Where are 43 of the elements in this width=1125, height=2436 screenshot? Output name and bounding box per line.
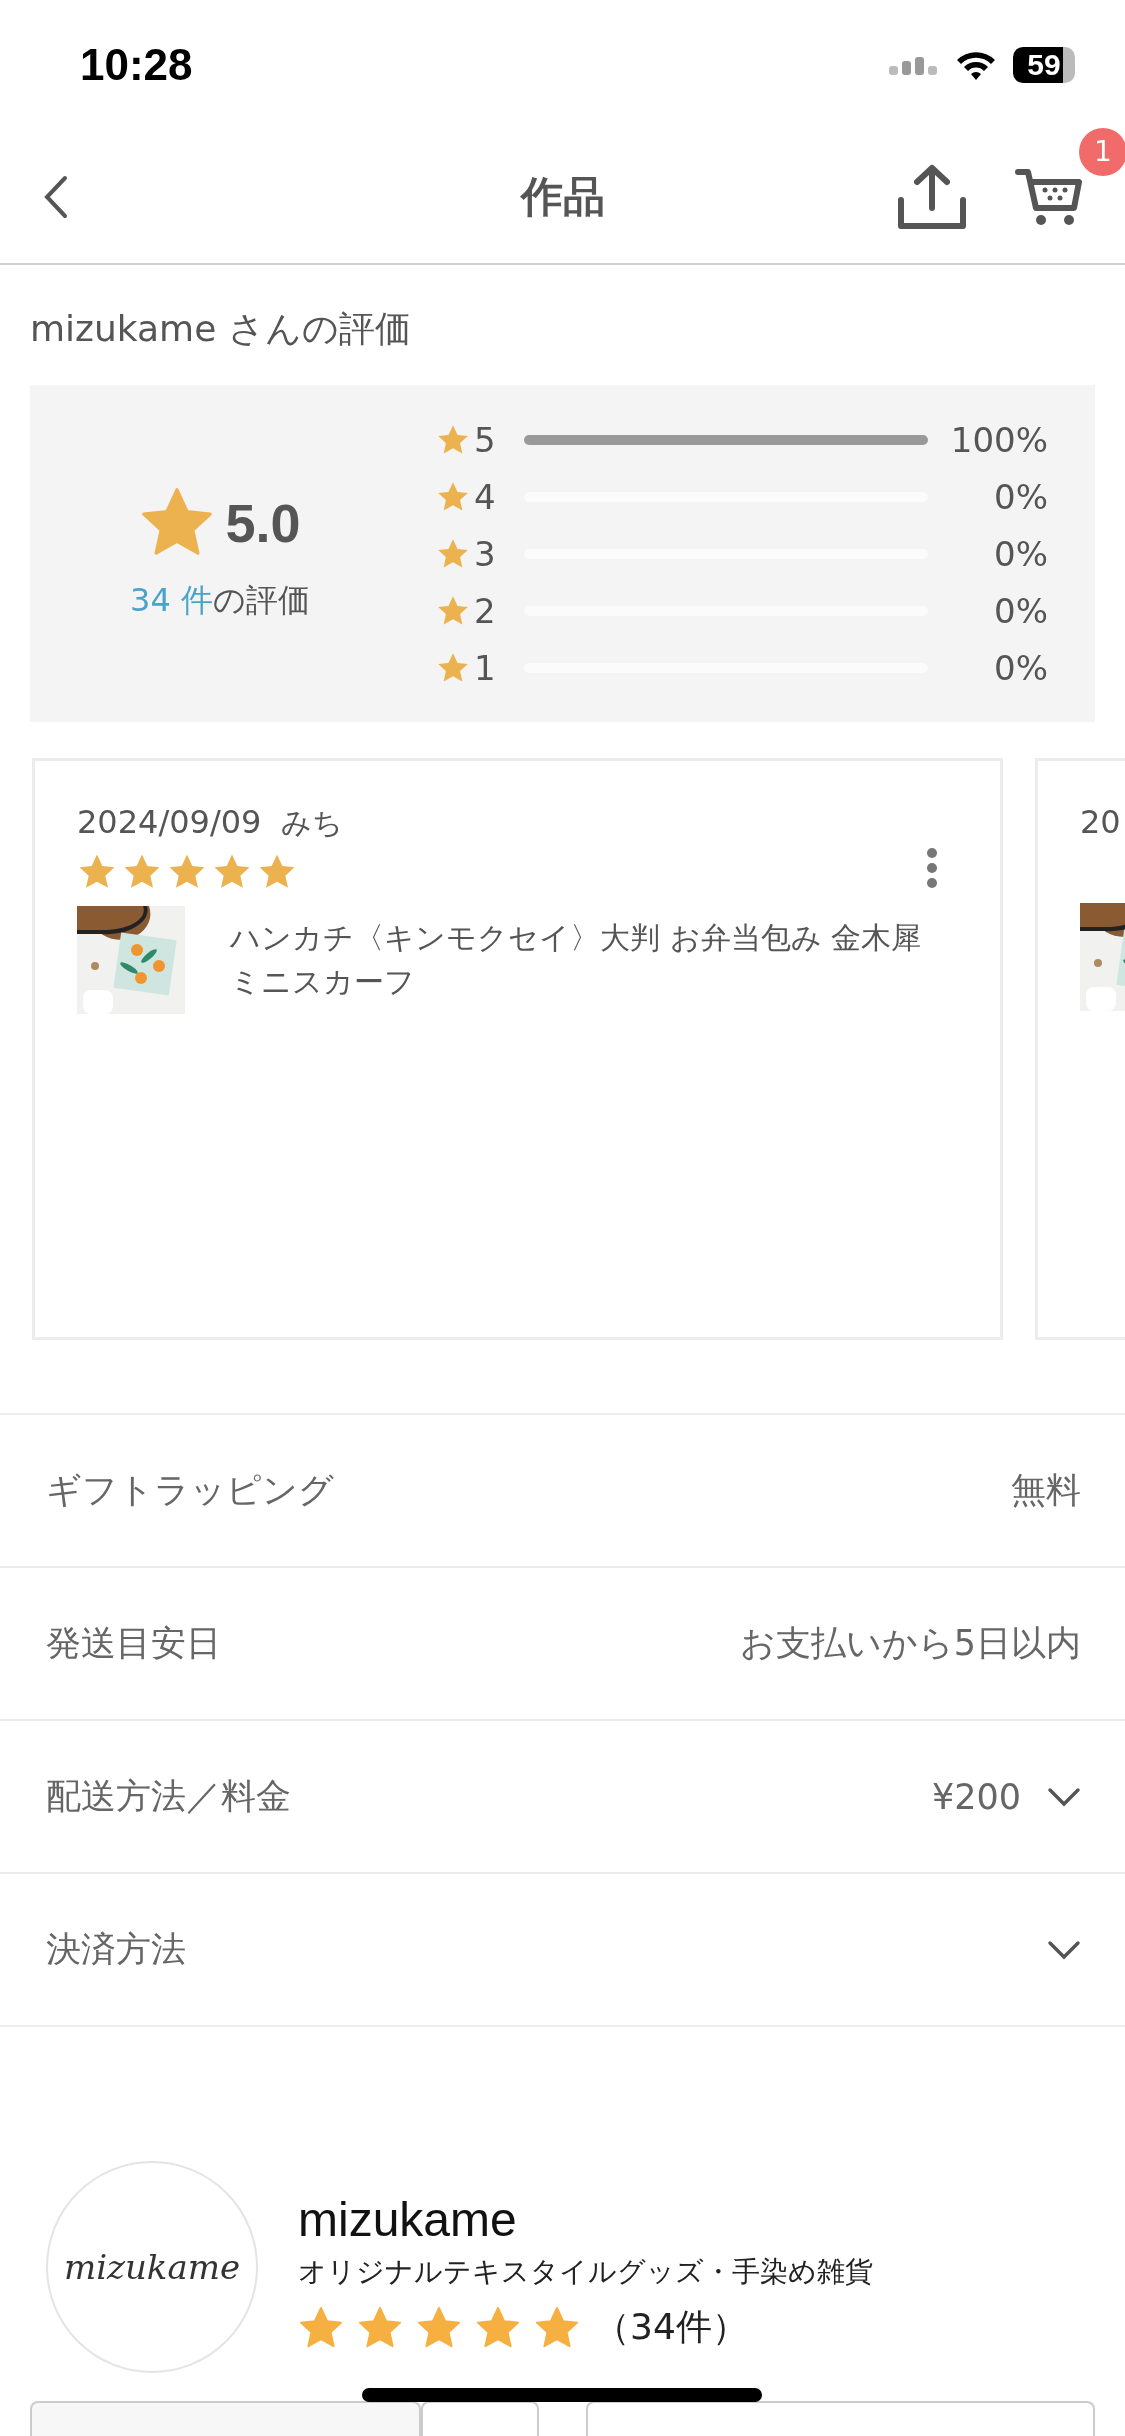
star-level-label: 2	[474, 590, 497, 631]
review-date: 20	[1080, 803, 1121, 841]
more-options-icon[interactable]	[926, 847, 938, 889]
chevron-down-icon	[1047, 1939, 1081, 1960]
detail-value: お支払いから5日以内	[739, 1622, 1081, 1665]
review-count-label: の評価	[212, 579, 310, 621]
back-icon[interactable]	[44, 174, 68, 219]
reviewer-name: みち	[281, 804, 344, 842]
rating-percent: 0%	[993, 533, 1048, 574]
shop-logo[interactable]: mizukame	[46, 2161, 258, 2373]
expandable-row[interactable]: 配送方法／料金 ¥200	[0, 1721, 1125, 1874]
rating-percent: 0%	[993, 590, 1048, 631]
cart-count-badge: 1	[1079, 127, 1125, 176]
review-card[interactable]: 2024/09/09 みち ハンカチ〈キンモクセイ〉大判 お弁当包み 金木犀ミニスカーフ	[32, 758, 1003, 1340]
ratings-heading: mizukame さんの評価	[29, 307, 412, 351]
average-rating: 5.0	[225, 491, 301, 554]
detail-label: ギフトラッピング	[46, 1469, 334, 1512]
wifi-icon	[955, 49, 997, 81]
shop-name[interactable]: mizukame	[298, 2192, 873, 2247]
share-icon[interactable]	[897, 163, 967, 230]
page-title: 作品	[520, 170, 605, 223]
rating-percent: 0%	[993, 476, 1048, 517]
shop-tagline: オリジナルテキスタイルグッズ・手染め雑貨	[298, 2254, 873, 2290]
battery-level: 59	[1027, 50, 1061, 80]
detail-label: 発送目安日	[46, 1622, 221, 1665]
rating-percent: 0%	[993, 647, 1048, 688]
detail-value: ¥200	[931, 1776, 1021, 1817]
status-time: 10:28	[80, 40, 193, 90]
detail-label: 配送方法／料金	[46, 1775, 291, 1818]
star-level-label: 3	[474, 533, 497, 574]
expandable-row[interactable]: 決済方法	[0, 1874, 1125, 2027]
rating-percent: 100%	[949, 419, 1048, 460]
review-date: 2024/09/09	[77, 803, 262, 841]
star-level-label: 4	[474, 476, 497, 517]
detail-value: 無料	[1011, 1469, 1081, 1512]
shop-review-count: （34件）	[594, 2305, 748, 2349]
detail-label: 決済方法	[46, 1928, 186, 1971]
star-level-label: 1	[474, 647, 497, 688]
star-level-label: 5	[474, 419, 497, 460]
product-title[interactable]: ハンカチ〈キンモクセイ〉大判 お弁当包み 金木犀ミニスカーフ	[230, 916, 950, 1004]
review-card[interactable]: 20	[1035, 758, 1125, 1340]
chevron-down-icon	[1047, 1786, 1081, 1807]
signal-icon	[889, 55, 939, 75]
